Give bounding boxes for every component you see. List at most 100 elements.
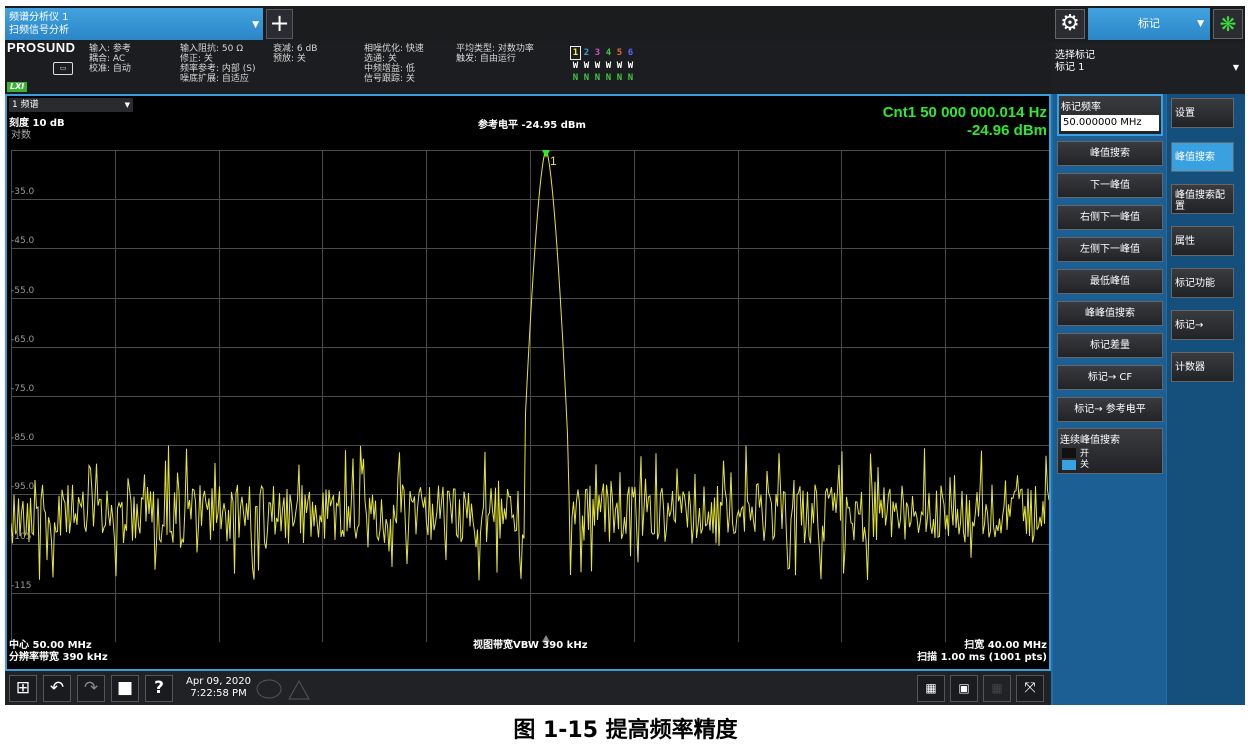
trace-indicator-cell: N [605, 73, 612, 83]
mode-line2: 扫频信号分析 [9, 25, 69, 36]
tab-marker-function[interactable]: 标记功能 [1171, 268, 1234, 298]
trace-selector[interactable]: 1 频谱 ▼ [9, 98, 133, 112]
info-item: 选通: 关 [364, 54, 397, 64]
tab-marker-to[interactable]: 标记→ [1171, 310, 1234, 340]
busy-indicator-icon: ❋ [1213, 9, 1243, 39]
trace-numbers: 123456 [570, 46, 636, 60]
info-col-attenuation: 衰减: 6 dB 预放: 关 [273, 44, 317, 64]
trace-indicator-cell: 3 [594, 48, 601, 58]
peak-to-peak-button[interactable]: 峰峰值搜索 [1057, 301, 1163, 326]
dropdown-arrow-icon: ▼ [1197, 19, 1204, 29]
folder-icon[interactable]: ■ [111, 675, 139, 702]
info-item: 预放: 关 [273, 54, 306, 64]
tab-settings[interactable]: 设置 [1171, 98, 1234, 128]
select-marker-label: 选择标记 [1055, 50, 1095, 61]
date: Apr 09, 2020 [186, 676, 252, 687]
select-marker-panel[interactable]: 选择标记 标记 1 ▼ [1051, 42, 1245, 94]
windows-icon[interactable]: ⊞ [9, 675, 37, 702]
trace-selector-label: 1 频谱 [12, 100, 39, 110]
tab-peak-search[interactable]: 峰值搜索 [1171, 142, 1234, 172]
y-axis-tick-label: -95.0 [11, 482, 35, 493]
fullscreen-icon[interactable]: ⤧ [1016, 675, 1044, 702]
marker-frequency-label: 标记频率 [1061, 102, 1101, 113]
figure-caption: 图 1-15 提高频率精度 [513, 718, 738, 743]
info-item: 相噪优化: 快速 [364, 44, 424, 54]
marker-triangle-icon[interactable] [542, 150, 550, 158]
info-col-phase: 相噪优化: 快速 选通: 关 中频增益: 低 信号跟踪: 关 [364, 44, 424, 84]
spectrum-display[interactable]: 1 频谱 ▼ 刻度 10 dB 对数 参考电平 -24.95 dBm Cnt1 … [5, 94, 1051, 671]
marker-level: -24.96 dBm [966, 122, 1047, 139]
grid-layout-icon[interactable]: ▦ [917, 675, 945, 702]
tab-peak-search-config[interactable]: 峰值搜索配置 [1171, 184, 1234, 214]
mode-line1: 频谱分析仪 1 [9, 12, 69, 23]
redo-icon[interactable]: ↷ [77, 675, 105, 702]
right-softkeys: 设置 峰值搜索 峰值搜索配置 属性 标记功能 标记→ 计数器 [1167, 94, 1245, 705]
trace-indicator[interactable]: 123456 WWWWWW NNNNNN [570, 46, 636, 84]
marker-to-ref-level-button[interactable]: 标记→ 参考电平 [1057, 397, 1163, 422]
help-icon[interactable]: ? [145, 675, 173, 702]
menu-selector-label: 标记 [1138, 17, 1160, 30]
minimum-peak-button[interactable]: 最低峰值 [1057, 269, 1163, 294]
continuous-peak-search-toggle[interactable]: 连续峰值搜索 开 关 [1057, 428, 1163, 474]
trace-indicator-cell: N [594, 73, 601, 83]
marker-frequency-input[interactable]: 50.000000 MHz [1061, 115, 1159, 131]
video-bandwidth: 视图带宽VBW 390 kHz [473, 640, 588, 651]
date-time: Apr 09, 2020 7:22:58 PM [186, 676, 251, 700]
info-item: 衰减: 6 dB [273, 44, 318, 54]
lxi-badge: LXI [7, 82, 28, 92]
settings-info-bar[interactable]: PROSUND ▭ LXI 输入: 参考 耦合: AC 校准: 自动 输入阻抗:… [5, 41, 1051, 94]
info-item: 输入: 参考 [89, 44, 131, 54]
marker-number: 1 [550, 154, 557, 168]
select-marker-dropdown[interactable]: 标记 1 ▼ [1055, 60, 1241, 76]
info-item: 中频增益: 低 [364, 64, 415, 74]
marker-frequency-key[interactable]: 标记频率 50.000000 MHz [1057, 94, 1163, 136]
info-item: 修正: 关 [180, 54, 213, 64]
info-item: 输入阻抗: 50 Ω [180, 44, 244, 54]
info-item: 触发: 自由运行 [456, 54, 516, 64]
scale-type: 对数 [11, 130, 31, 141]
next-peak-right-button[interactable]: 右侧下一峰值 [1057, 205, 1163, 230]
spectrum-plot[interactable]: 1 [11, 150, 1049, 642]
touch-icon[interactable]: ▣ [950, 675, 978, 702]
undo-icon[interactable]: ↶ [43, 675, 71, 702]
trace-indicator-cell: W [616, 61, 623, 71]
top-bar: 频谱分析仪 1 扫频信号分析 ▼ + ⚙ 标记 ▼ ❋ [5, 6, 1245, 42]
screen-icon[interactable]: ▭ [53, 62, 73, 75]
marker-delta-button[interactable]: 标记差量 [1057, 333, 1163, 358]
menu-selector[interactable]: 标记 ▼ [1088, 8, 1210, 40]
mode-selector[interactable]: 频谱分析仪 1 扫频信号分析 ▼ [5, 8, 263, 40]
trace-indicator-cell: N [572, 73, 579, 83]
marker-readout: Cnt1 50 000 000.014 Hz -24.96 dBm [883, 104, 1047, 140]
info-item: 频率参考: 内部 (S) [180, 64, 256, 74]
graticule [11, 150, 1049, 642]
trace-indicator-cell: W [572, 61, 579, 71]
dropdown-arrow-icon: ▼ [1232, 63, 1239, 72]
y-axis-tick-label: -55.0 [11, 285, 35, 296]
trace-indicator-cell: W [594, 61, 601, 71]
multi-window-icon[interactable]: ▦ [983, 675, 1011, 702]
resolution-bandwidth: 分辨率带宽 390 kHz [9, 652, 108, 663]
trace-indicator-cell: W [605, 61, 612, 71]
marker-to-cf-button[interactable]: 标记→ CF [1057, 365, 1163, 390]
trace-indicator-cell: 2 [583, 48, 590, 58]
analyzer-window: 频谱分析仪 1 扫频信号分析 ▼ + ⚙ 标记 ▼ ❋ PROSUND ▭ LX… [5, 6, 1245, 705]
info-col-average: 平均类型: 对数功率 触发: 自由运行 [456, 44, 534, 64]
toggle-on-indicator [1062, 448, 1076, 458]
add-screen-button[interactable]: + [266, 9, 293, 39]
dropdown-arrow-icon: ▼ [252, 20, 259, 30]
toggle-off-label: 关 [1080, 460, 1090, 470]
next-peak-left-button[interactable]: 左侧下一峰值 [1057, 237, 1163, 262]
gear-icon[interactable]: ⚙ [1055, 9, 1085, 39]
trace-detectors: NNNNNN [570, 72, 636, 84]
trace-indicator-cell: N [616, 73, 623, 83]
tab-properties[interactable]: 属性 [1171, 226, 1234, 256]
softkey-panel: 标记频率 50.000000 MHz 峰值搜索 下一峰值 右侧下一峰值 左侧下一… [1051, 94, 1245, 705]
y-axis-tick-label: -85.0 [11, 433, 35, 444]
trace-types: WWWWWW [570, 60, 636, 72]
tab-counter[interactable]: 计数器 [1171, 352, 1234, 382]
left-softkeys: 标记频率 50.000000 MHz 峰值搜索 下一峰值 右侧下一峰值 左侧下一… [1053, 94, 1166, 705]
continuous-peak-label: 连续峰值搜索 [1060, 435, 1120, 446]
info-item: 平均类型: 对数功率 [456, 44, 534, 54]
next-peak-button[interactable]: 下一峰值 [1057, 173, 1163, 198]
peak-search-button[interactable]: 峰值搜索 [1057, 141, 1163, 166]
